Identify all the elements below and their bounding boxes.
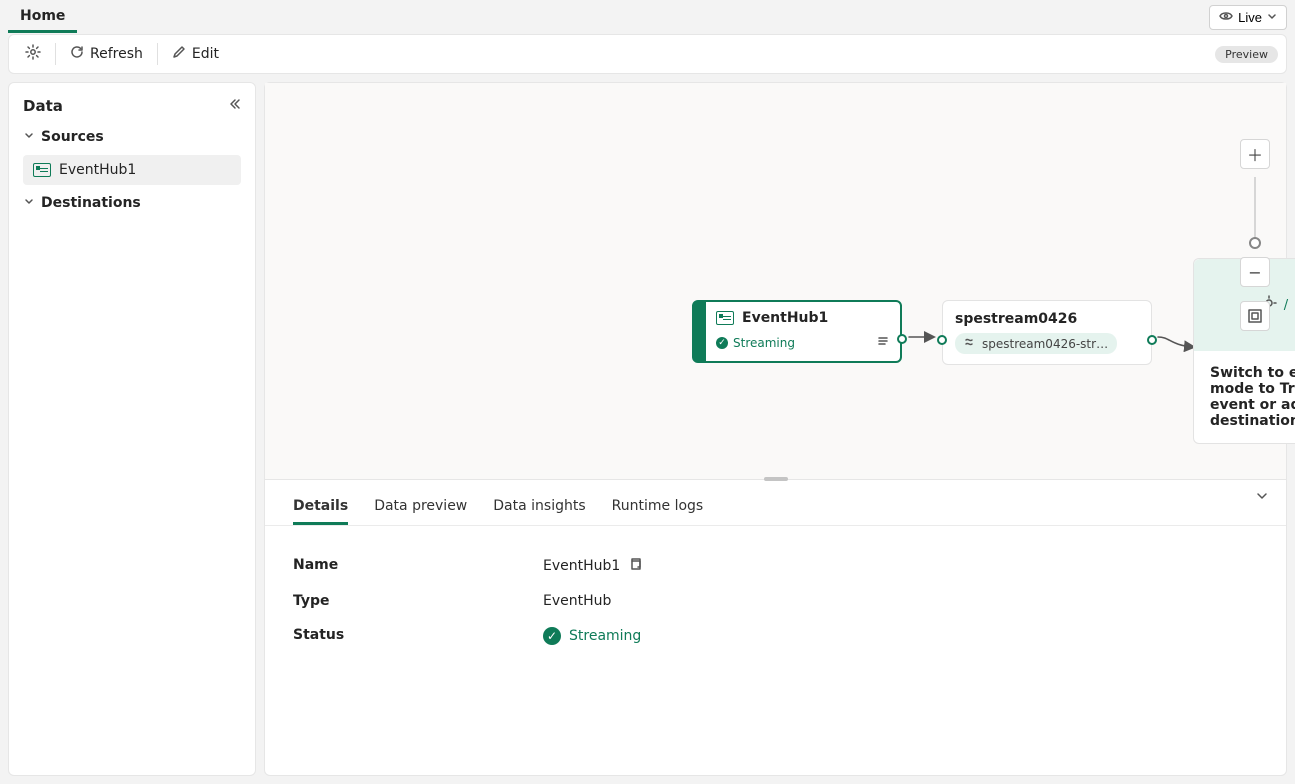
input-port[interactable] [937,335,947,345]
gear-icon [25,44,41,64]
schema-icon[interactable] [876,334,890,351]
collapse-panel-icon[interactable] [1254,488,1270,508]
content: EventHub1 ✓ Streaming spestream0426 [264,82,1287,776]
output-port[interactable] [897,334,907,344]
eventhub-icon [33,163,51,177]
chevron-down-icon [1267,10,1277,25]
output-port[interactable] [1147,335,1157,345]
tab-runtime-logs[interactable]: Runtime logs [612,490,704,525]
live-mode-dropdown[interactable]: Live [1209,5,1287,30]
field-name-value: EventHub1 [543,558,620,574]
stream-icon [964,336,976,351]
source-item-eventhub1[interactable]: EventHub1 [23,155,241,185]
collapse-sidebar-icon[interactable] [227,97,241,115]
field-status-key: Status [293,627,543,645]
node-status: Streaming [733,336,795,350]
bottom-panel: Details Data preview Data insights Runti… [265,479,1286,775]
chip-label: spestream0426-str… [982,337,1108,351]
divider [55,43,56,65]
zoom-fit-button[interactable] [1240,301,1270,331]
preview-badge: Preview [1215,46,1278,63]
node-title: EventHub1 [742,310,828,326]
zoom-track[interactable] [1254,177,1256,249]
tab-home[interactable]: Home [8,2,77,33]
top-tab-bar: Home Live [0,0,1295,34]
eye-icon [1219,9,1233,26]
placeholder-text: Switch to edit mode to Transform event o… [1194,351,1295,443]
zoom-in-button[interactable]: ＋ [1240,139,1270,169]
refresh-label: Refresh [90,46,143,62]
eventhub-icon [716,311,734,325]
refresh-icon [70,45,84,63]
node-title: spestream0426 [955,311,1139,327]
stream-chip[interactable]: spestream0426-str… [955,333,1117,354]
arrow-layer [265,83,1286,479]
section-label: Destinations [41,195,141,211]
field-type-value: EventHub [543,593,611,609]
zoom-controls: ＋ − [1240,139,1270,331]
zoom-out-button[interactable]: − [1240,257,1270,287]
field-name-key: Name [293,557,543,575]
node-stream[interactable]: spestream0426 spestream0426-str… [942,300,1152,365]
sidebar: Data Sources EventHub1 Destinations [8,82,256,776]
tab-data-preview[interactable]: Data preview [374,490,467,525]
toolbar: Refresh Edit Preview [8,34,1287,74]
canvas[interactable]: EventHub1 ✓ Streaming spestream0426 [265,83,1286,479]
chevron-down-icon [23,195,35,211]
live-label: Live [1238,10,1262,25]
details-body: Name EventHub1 Type EventHub Status [265,526,1286,676]
zoom-thumb[interactable] [1249,237,1261,249]
check-icon: ✓ [716,337,728,349]
field-status-value: Streaming [569,628,641,644]
divider [157,43,158,65]
sidebar-title: Data [23,97,63,115]
refresh-button[interactable]: Refresh [62,41,151,67]
chevron-down-icon [23,129,35,145]
edit-icon [172,45,186,63]
node-source-eventhub[interactable]: EventHub1 ✓ Streaming [692,300,902,363]
edit-label: Edit [192,46,219,62]
edit-button[interactable]: Edit [164,41,227,67]
copy-icon[interactable] [628,557,642,575]
tab-details[interactable]: Details [293,490,348,525]
field-type-key: Type [293,593,543,609]
settings-button[interactable] [17,40,49,68]
source-label: EventHub1 [59,162,136,178]
tab-data-insights[interactable]: Data insights [493,490,585,525]
section-sources[interactable]: Sources [9,121,255,153]
section-label: Sources [41,129,104,145]
section-destinations[interactable]: Destinations [9,187,255,219]
check-icon: ✓ [543,627,561,645]
